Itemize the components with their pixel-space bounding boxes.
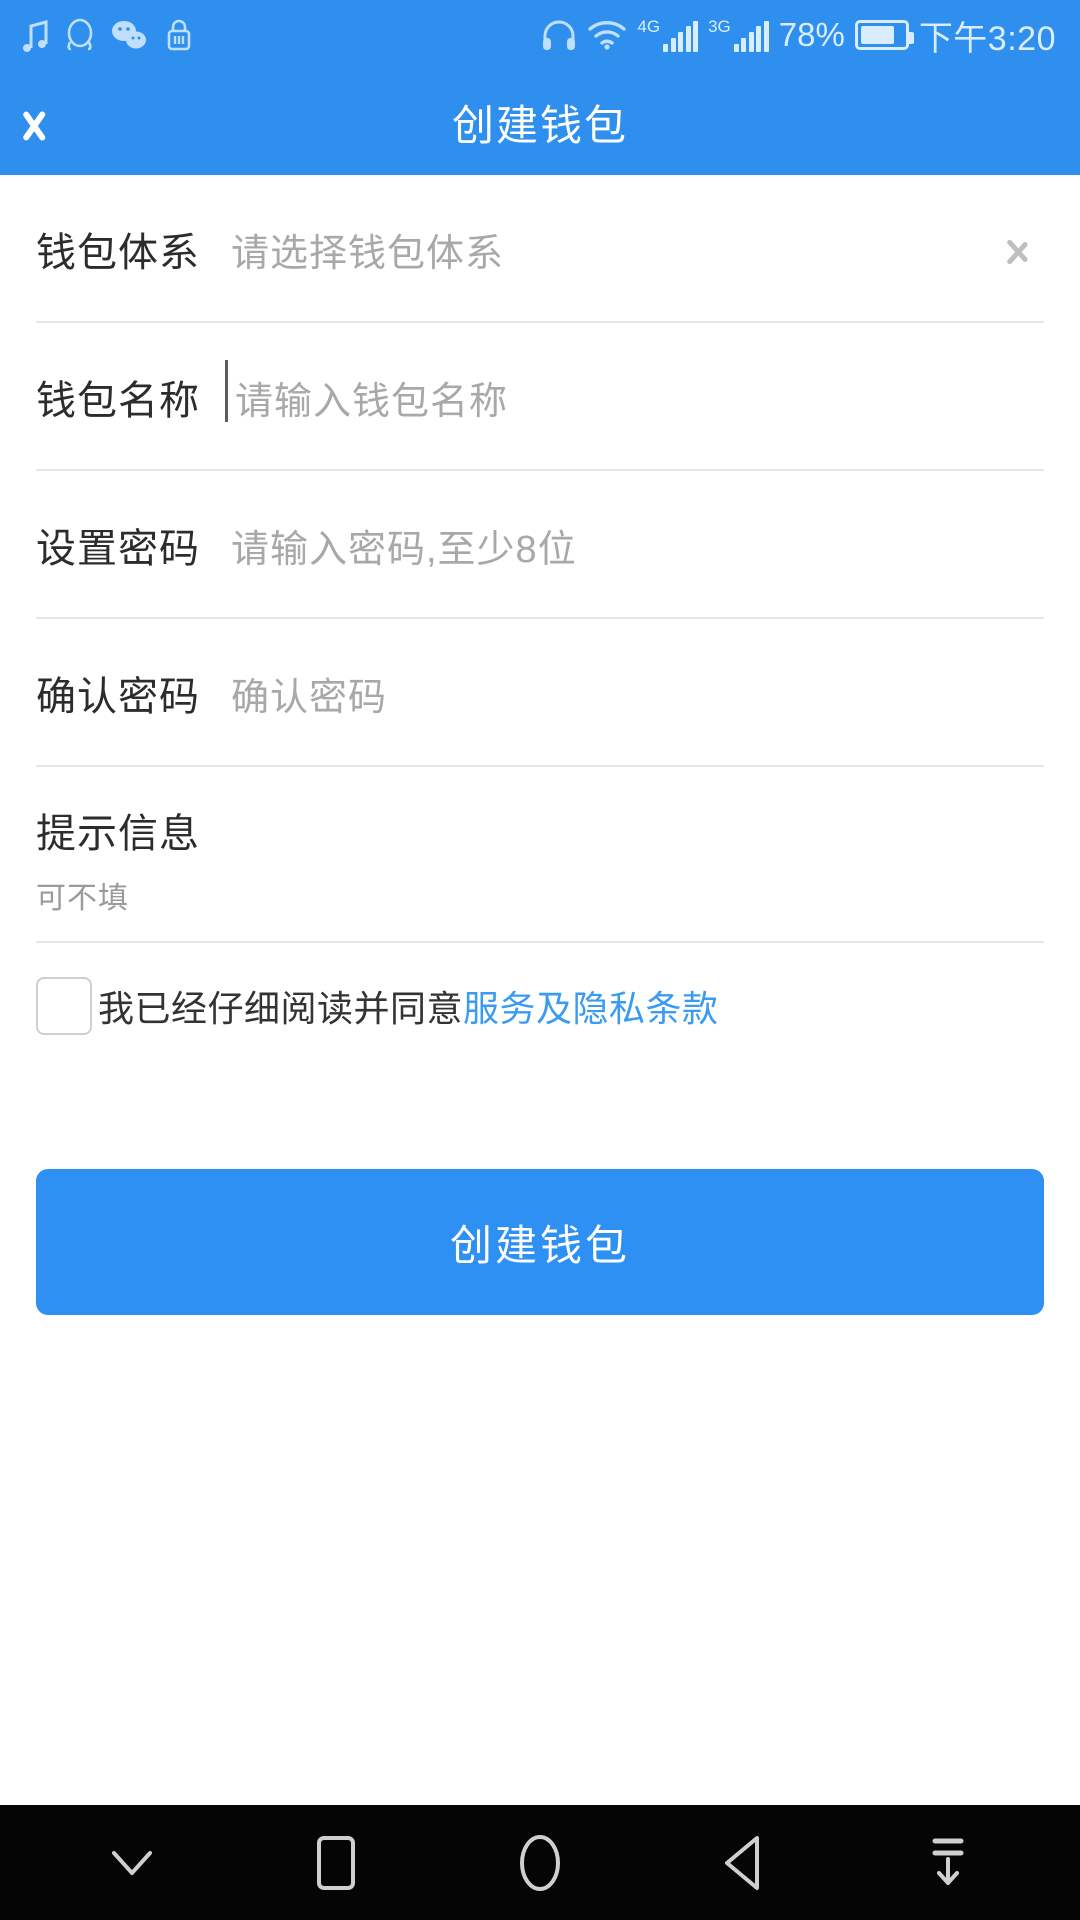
status-bar-right-icons: 4G 3G 78% 下午3:20 — [541, 11, 1056, 60]
circle-icon — [520, 1834, 560, 1891]
headphones-icon — [543, 20, 576, 50]
signal-bars-2 — [733, 21, 769, 52]
music-note-icon — [23, 20, 48, 52]
status-bar: 4G 3G 78% 下午3:20 — [0, 0, 1080, 70]
battery-percent-label: 78% — [778, 16, 845, 53]
clock-label: 下午3:20 — [918, 19, 1056, 58]
back-button-nav[interactable] — [689, 1805, 799, 1920]
terms-checkbox[interactable] — [36, 977, 92, 1035]
field-row-set-password[interactable]: 设置密码 请输入密码,至少8位 — [36, 471, 1044, 619]
field-row-confirm-password[interactable]: 确认密码 确认密码 — [36, 619, 1044, 767]
network-type-label-2: 3G — [708, 17, 731, 36]
recents-button[interactable] — [281, 1805, 391, 1920]
field-row-wallet-system[interactable]: 钱包体系 请选择钱包体系 — [36, 175, 1044, 323]
hide-navbar-button[interactable] — [893, 1805, 1003, 1920]
terms-agreement-row[interactable]: 我已经仔细阅读并同意服务及隐私条款 — [36, 943, 1044, 1055]
triangle-left-icon — [725, 1835, 759, 1890]
field-label-confirm-password: 确认密码 — [36, 675, 200, 719]
terms-text: 我已经仔细阅读并同意服务及隐私条款 — [98, 980, 719, 1032]
signal-3g: 3G — [708, 18, 769, 52]
system-nav-bar — [0, 1805, 1080, 1920]
field-row-wallet-name[interactable]: 钱包名称 请输入钱包名称 — [36, 323, 1044, 471]
field-label-set-password: 设置密码 — [36, 527, 200, 571]
signal-bars-1 — [663, 21, 699, 52]
terms-static-text: 我已经仔细阅读并同意 — [98, 988, 464, 1029]
hide-navbar-icon — [932, 1838, 964, 1885]
status-bar-left-icons — [20, 18, 194, 52]
form-content: 钱包体系 请选择钱包体系 钱包名称 请输入钱包名称 设置密码 请输入密码,至少8… — [0, 175, 1080, 1315]
field-row-hint-info[interactable]: 提示信息 可不填 — [36, 767, 1044, 943]
battery-icon — [854, 20, 914, 50]
field-label-wallet-name: 钱包名称 — [36, 379, 200, 423]
terms-privacy-link[interactable]: 服务及隐私条款 — [463, 988, 719, 1029]
qq-penguin-icon — [67, 18, 93, 51]
chevron-down-icon — [112, 1850, 152, 1875]
square-icon — [317, 1835, 355, 1890]
create-wallet-button[interactable]: 创建钱包 — [36, 1169, 1044, 1315]
set-password-input[interactable]: 请输入密码,至少8位 — [231, 518, 1044, 573]
signal-4g: 4G — [637, 17, 699, 52]
field-label-hint-info: 提示信息 — [36, 812, 200, 856]
page-title: 创建钱包 — [451, 102, 628, 149]
lock-shop-icon — [167, 19, 191, 51]
wifi-icon — [588, 21, 627, 50]
app-header: 创建钱包 — [0, 70, 1080, 175]
network-type-label-1: 4G — [637, 17, 661, 36]
wechat-icon — [112, 21, 146, 49]
hint-info-input[interactable]: 可不填 — [36, 873, 1044, 917]
wallet-name-input[interactable]: 请输入钱包名称 — [225, 359, 1044, 425]
submit-button-wrapper: 创建钱包 — [36, 1055, 1044, 1315]
field-label-wallet-system: 钱包体系 — [36, 231, 200, 275]
field-value-wallet-system: 请选择钱包体系 — [231, 232, 505, 275]
chevron-left-icon — [38, 95, 72, 151]
collapse-keyboard-button[interactable] — [77, 1805, 187, 1920]
confirm-password-input[interactable]: 确认密码 — [231, 666, 1044, 721]
home-button[interactable] — [485, 1805, 595, 1920]
back-button[interactable] — [0, 70, 110, 175]
chevron-right-icon — [1002, 232, 1036, 266]
phone-screen: 4G 3G 78% 下午3:20 创建钱包 钱包体系 请选择钱包体系 钱包名称 — [0, 0, 1080, 1920]
